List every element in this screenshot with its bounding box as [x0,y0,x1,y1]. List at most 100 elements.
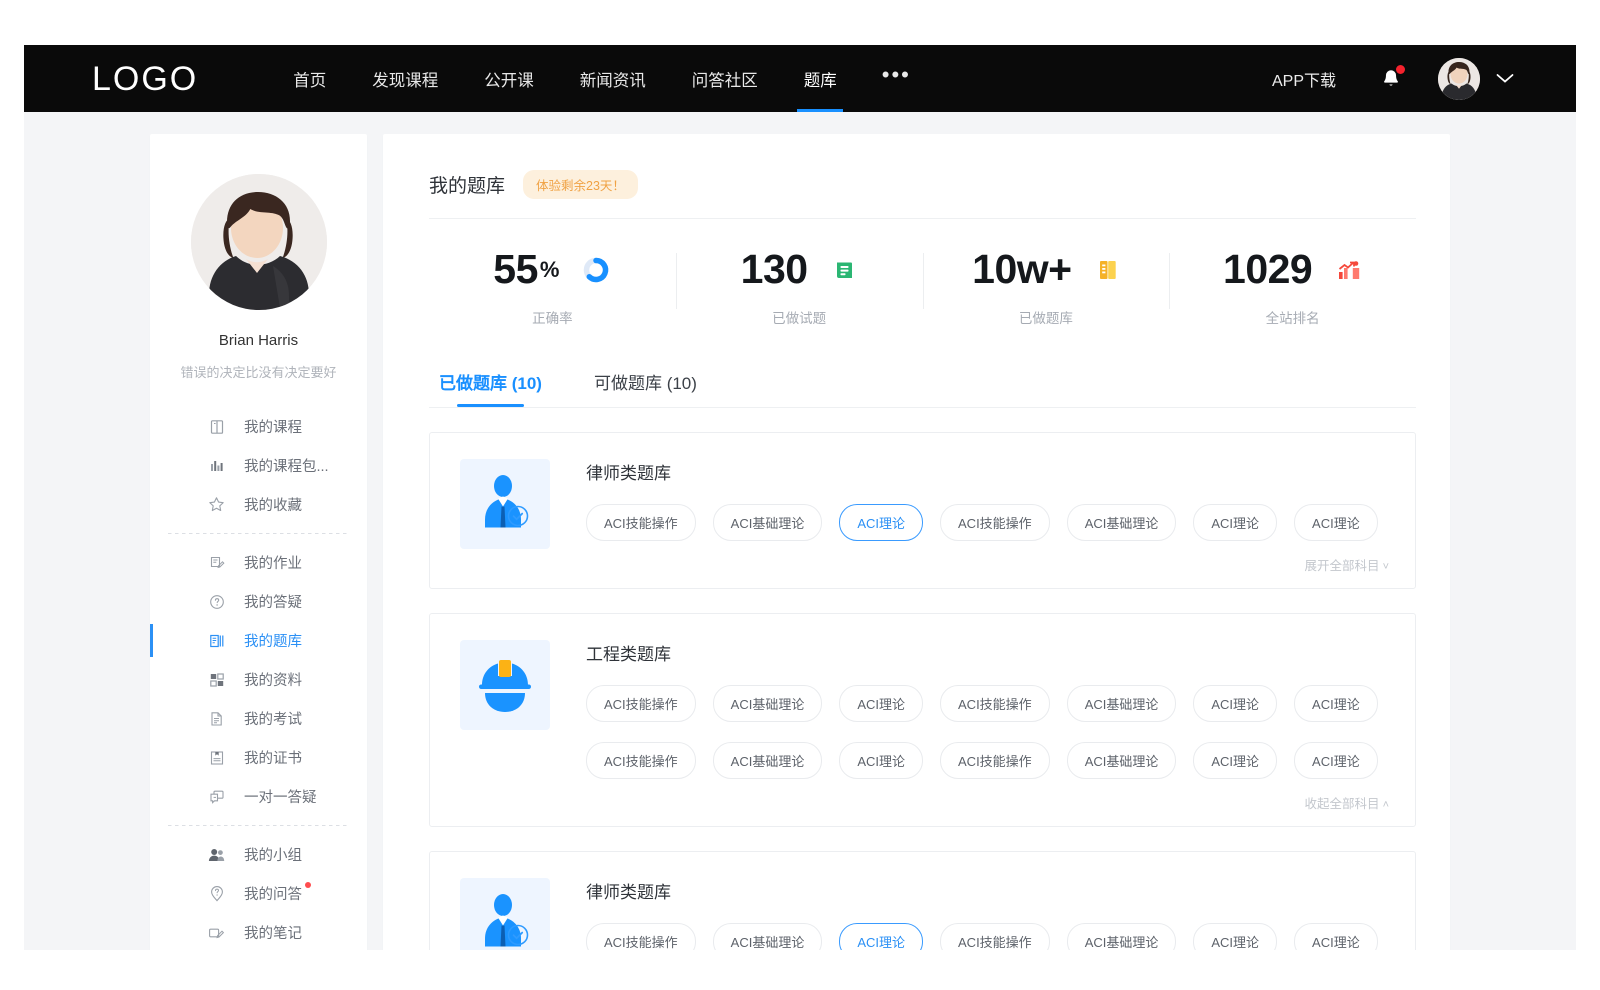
subject-tag[interactable]: ACI理论 [1294,504,1378,541]
subject-tag[interactable]: ACI技能操作 [586,685,696,722]
group-icon [208,846,225,863]
sidebar-item-my-materials[interactable]: 我的资料 [150,660,367,699]
notification-bell-button[interactable] [1380,67,1402,90]
stat-value-row: 55 % [493,249,611,290]
subject-tag[interactable]: ACI技能操作 [586,504,696,541]
sidebar-item-label: 我的课程包... [244,455,329,476]
stat-value-row: 1029 [1223,249,1362,290]
subject-tag[interactable]: ACI基础理论 [713,685,823,722]
question-bank-card[interactable]: 工程类题库 ACI技能操作 ACI基础理论 ACI理论 ACI技能操作 ACI基… [429,613,1416,827]
page-body: Brian Harris 错误的决定比没有决定要好 我的课程 我的课程包... [24,112,1576,950]
stat-site-ranking: 1029 全站排 [1169,249,1416,327]
subject-tag[interactable]: ACI基础理论 [713,504,823,541]
site-logo[interactable]: LOGO [92,62,198,96]
tab-done-banks[interactable]: 已做题库 (10) [439,369,542,407]
subject-tag-selected[interactable]: ACI理论 [839,923,923,950]
sidebar-item-one-to-one-qa[interactable]: 一对一答疑 [150,777,367,816]
question-bank-card[interactable]: 律师类题库 ACI技能操作 ACI基础理论 ACI理论 ACI技能操作 ACI基… [429,432,1416,589]
orange-book-icon [1096,257,1120,283]
sidebar-item-my-qa[interactable]: 我的答疑 [150,582,367,621]
nav-item-home[interactable]: 首页 [270,45,349,112]
sidebar-item-my-exams[interactable]: 我的考试 [150,699,367,738]
sidebar-avatar[interactable] [191,174,327,310]
question-circle-icon [208,593,225,610]
subject-tag[interactable]: ACI理论 [839,685,923,722]
sidebar-item-my-question-bank[interactable]: 我的题库 [150,621,367,660]
card-thumbnail [460,640,550,730]
subject-tag[interactable]: ACI理论 [1294,685,1378,722]
notification-dot [1396,65,1405,74]
subject-tag[interactable]: ACI技能操作 [940,504,1050,541]
subject-tag[interactable]: ACI基础理论 [713,742,823,779]
nav-item-news[interactable]: 新闻资讯 [557,45,669,112]
homework-icon [208,554,225,571]
subject-tag[interactable]: ACI技能操作 [586,742,696,779]
subject-tag[interactable]: ACI理论 [1294,923,1378,950]
top-navbar: LOGO 首页 发现课程 公开课 新闻资讯 问答社区 题库 ••• APP下载 [24,45,1576,112]
sidebar-item-label: 我的证书 [244,747,302,768]
note-pen-icon [208,924,225,941]
sidebar-item-my-homework[interactable]: 我的作业 [150,543,367,582]
chevron-down-icon: ˅ [1383,561,1389,573]
stats-row: 55 % 正确率 130 [429,219,1416,343]
expand-subjects-label: 展开全部科目 [1305,559,1380,573]
subject-tag[interactable]: ACI技能操作 [940,685,1050,722]
card-tag-row: ACI技能操作 ACI基础理论 ACI理论 ACI技能操作 ACI基础理论 AC… [586,923,1391,950]
sidebar-divider [168,533,349,534]
subject-tag[interactable]: ACI技能操作 [940,742,1050,779]
card-thumbnail [460,459,550,549]
subject-tag[interactable]: ACI理论 [1193,923,1277,950]
main-content: 我的题库 体验剩余23天！ 55 % [383,134,1450,950]
nav-item-qa-community[interactable]: 问答社区 [669,45,781,112]
subject-tag-selected[interactable]: ACI理论 [839,504,923,541]
sidebar-item-my-favorites[interactable]: 我的收藏 [150,485,367,524]
nav-item-public-class[interactable]: 公开课 [461,45,557,112]
sidebar-item-my-questions[interactable]: 我的问答 [150,874,367,913]
sidebar-item-label: 我的问答 [244,883,302,904]
stat-value: 1029 [1223,249,1312,290]
sidebar-item-my-courses[interactable]: 我的课程 [150,407,367,446]
subject-tag[interactable]: ACI理论 [1193,504,1277,541]
subject-tag[interactable]: ACI基础理论 [713,923,823,950]
certificate-icon [208,749,225,766]
account-dropdown-button[interactable] [1496,73,1514,84]
sidebar-item-label: 我的考试 [244,708,302,729]
nav-more-icon[interactable]: ••• [860,45,933,116]
collapse-subjects-link[interactable]: 收起全部科目˄ [586,793,1391,812]
sidebar-item-label: 我的资料 [244,669,302,690]
expand-subjects-link[interactable]: 展开全部科目˅ [586,555,1391,574]
tab-available-banks[interactable]: 可做题库 (10) [594,369,697,407]
card-tag-row: ACI技能操作 ACI基础理论 ACI理论 ACI技能操作 ACI基础理论 AC… [586,504,1391,541]
chevron-up-icon: ˄ [1383,799,1389,811]
hard-hat-icon [470,650,540,720]
navbar-avatar[interactable] [1438,58,1480,100]
subject-tag[interactable]: ACI理论 [1294,742,1378,779]
subject-tag[interactable]: ACI技能操作 [940,923,1050,950]
subject-tag[interactable]: ACI基础理论 [1067,923,1177,950]
stat-value: 130 [741,249,808,290]
subject-tag[interactable]: ACI技能操作 [586,923,696,950]
subject-tag[interactable]: ACI基础理论 [1067,685,1177,722]
lawyer-avatar-icon [470,469,540,539]
subject-tag[interactable]: ACI基础理论 [1067,742,1177,779]
sidebar-item-my-group[interactable]: 我的小组 [150,835,367,874]
subject-tag[interactable]: ACI理论 [1193,742,1277,779]
subject-tag[interactable]: ACI基础理论 [1067,504,1177,541]
card-body: 律师类题库 ACI技能操作 ACI基础理论 ACI理论 ACI技能操作 ACI基… [586,878,1391,950]
sidebar-item-my-notes[interactable]: 我的笔记 [150,913,367,950]
subject-tag[interactable]: ACI理论 [839,742,923,779]
subject-tag[interactable]: ACI理论 [1193,685,1277,722]
sidebar-item-label: 我的答疑 [244,591,302,612]
sidebar-item-my-course-packages[interactable]: 我的课程包... [150,446,367,485]
chevron-down-icon [1496,73,1514,84]
stat-value: 10w+ [972,249,1071,290]
nav-item-question-bank[interactable]: 题库 [781,45,860,112]
sidebar-item-label: 我的小组 [244,844,302,865]
stat-value-row: 130 [741,249,858,290]
app-download-link[interactable]: APP下载 [1272,67,1336,91]
question-bank-card[interactable]: 律师类题库 ACI技能操作 ACI基础理论 ACI理论 ACI技能操作 ACI基… [429,851,1416,950]
sidebar-item-label: 一对一答疑 [244,786,317,807]
nav-item-discover-courses[interactable]: 发现课程 [349,45,461,112]
sidebar-item-my-certificates[interactable]: 我的证书 [150,738,367,777]
sidebar-item-label: 我的题库 [244,630,302,651]
